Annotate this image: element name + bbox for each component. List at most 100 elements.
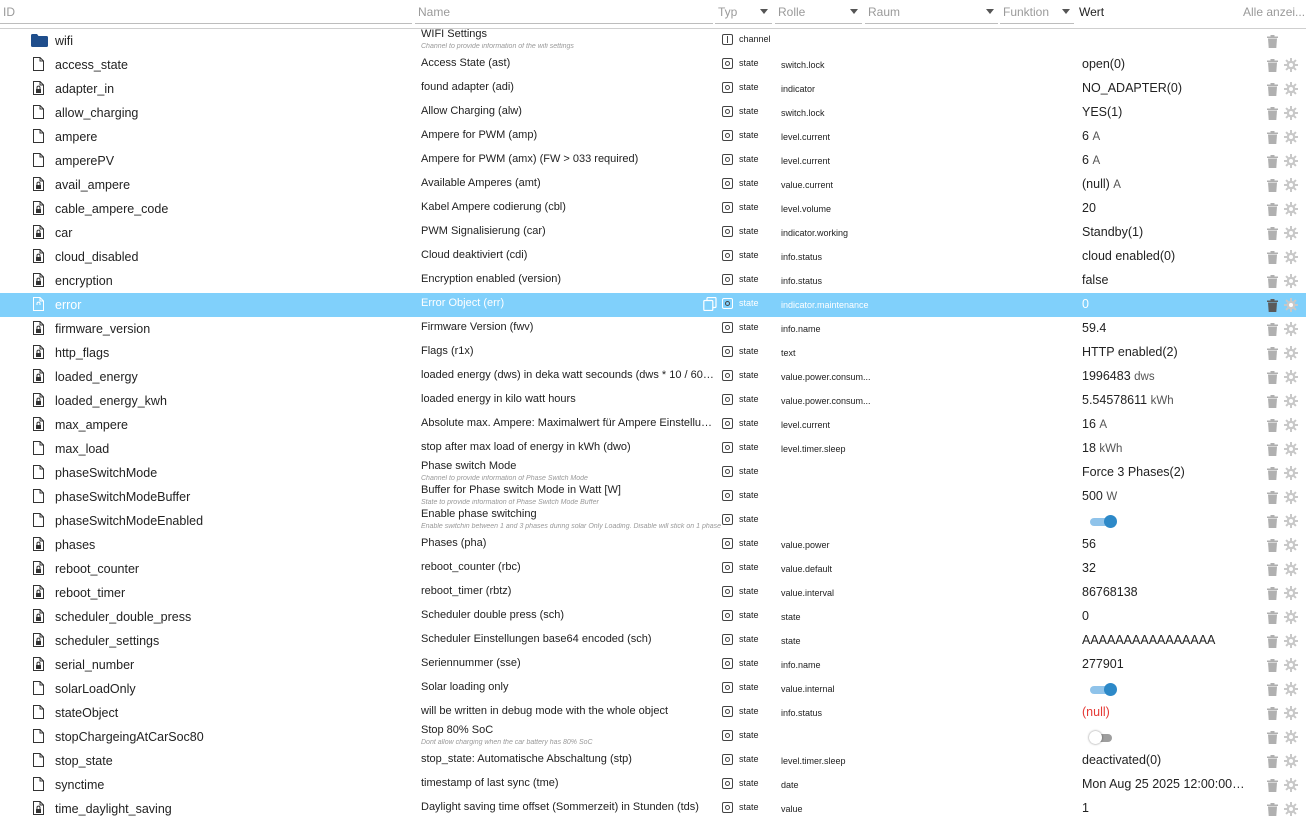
table-row[interactable]: phases Phases (pha) state value.power 56 bbox=[0, 533, 1306, 557]
object-id[interactable]: allow_charging bbox=[55, 106, 138, 120]
gear-icon[interactable] bbox=[1284, 106, 1298, 120]
gear-icon[interactable] bbox=[1284, 610, 1298, 624]
trash-icon[interactable] bbox=[1267, 539, 1278, 552]
object-value[interactable]: 6 A bbox=[1082, 153, 1247, 167]
object-id[interactable]: wifi bbox=[55, 34, 73, 48]
object-value[interactable]: 500 W bbox=[1082, 489, 1247, 503]
object-id[interactable]: amperePV bbox=[55, 154, 114, 168]
trash-icon[interactable] bbox=[1267, 731, 1278, 744]
gear-icon[interactable] bbox=[1284, 226, 1298, 240]
gear-icon[interactable] bbox=[1284, 514, 1298, 528]
gear-icon[interactable] bbox=[1284, 178, 1298, 192]
object-id[interactable]: time_daylight_saving bbox=[55, 802, 172, 816]
gear-icon[interactable] bbox=[1284, 442, 1298, 456]
table-row[interactable]: encryption Encryption enabled (version) st… bbox=[0, 269, 1306, 293]
trash-icon[interactable] bbox=[1267, 467, 1278, 480]
object-id[interactable]: cloud_disabled bbox=[55, 250, 138, 264]
trash-icon[interactable] bbox=[1267, 179, 1278, 192]
object-id[interactable]: stop_state bbox=[55, 754, 113, 768]
trash-icon[interactable] bbox=[1267, 347, 1278, 360]
table-row[interactable]: phaseSwitchModeBuffer Buffer for Phase sw… bbox=[0, 484, 1306, 509]
gear-icon[interactable] bbox=[1284, 58, 1298, 72]
trash-icon[interactable] bbox=[1267, 635, 1278, 648]
trash-icon[interactable] bbox=[1267, 419, 1278, 432]
trash-icon[interactable] bbox=[1267, 155, 1278, 168]
trash-icon[interactable] bbox=[1267, 611, 1278, 624]
table-row[interactable]: ampere Ampere for PWM (amp) state level.cur… bbox=[0, 125, 1306, 149]
object-id[interactable]: car bbox=[55, 226, 72, 240]
gear-icon[interactable] bbox=[1284, 586, 1298, 600]
gear-icon[interactable] bbox=[1284, 490, 1298, 504]
object-value[interactable]: deactivated(0) bbox=[1082, 753, 1247, 767]
trash-icon[interactable] bbox=[1267, 35, 1278, 48]
table-row[interactable]: http_flags Flags (r1x) state text HTTP enabl… bbox=[0, 341, 1306, 365]
object-value[interactable]: 277901 bbox=[1082, 657, 1247, 671]
object-value[interactable]: 1 bbox=[1082, 801, 1247, 815]
table-row[interactable]: stateObject will be written in debug mode… bbox=[0, 701, 1306, 725]
object-value[interactable]: NO_ADAPTER(0) bbox=[1082, 81, 1247, 95]
trash-icon[interactable] bbox=[1267, 659, 1278, 672]
object-value[interactable]: 20 bbox=[1082, 201, 1247, 215]
object-id[interactable]: phaseSwitchModeBuffer bbox=[55, 490, 190, 504]
object-value[interactable]: 5.54578611 kWh bbox=[1082, 393, 1247, 407]
table-row[interactable]: time_daylight_saving Daylight saving time… bbox=[0, 797, 1306, 821]
object-id[interactable]: stateObject bbox=[55, 706, 118, 720]
object-value[interactable]: 16 A bbox=[1082, 417, 1247, 431]
table-row[interactable]: loaded_energy_kwh loaded energy in kilo w… bbox=[0, 389, 1306, 413]
table-row[interactable]: synctime timestamp of last sync (tme) stat… bbox=[0, 773, 1306, 797]
trash-icon[interactable] bbox=[1267, 299, 1278, 312]
trash-icon[interactable] bbox=[1267, 275, 1278, 288]
object-id[interactable]: loaded_energy bbox=[55, 370, 138, 384]
gear-icon[interactable] bbox=[1284, 394, 1298, 408]
object-value[interactable]: cloud enabled(0) bbox=[1082, 249, 1247, 263]
table-row[interactable]: adapter_in found adapter (adi) state indica… bbox=[0, 77, 1306, 101]
trash-icon[interactable] bbox=[1267, 443, 1278, 456]
copy-icon[interactable] bbox=[703, 296, 717, 312]
object-value[interactable]: 32 bbox=[1082, 561, 1247, 575]
object-value[interactable]: HTTP enabled(2) bbox=[1082, 345, 1247, 359]
gear-icon[interactable] bbox=[1284, 130, 1298, 144]
object-id[interactable]: access_state bbox=[55, 58, 128, 72]
gear-icon[interactable] bbox=[1284, 346, 1298, 360]
id-filter[interactable]: ID bbox=[0, 0, 412, 24]
trash-icon[interactable] bbox=[1267, 755, 1278, 768]
trash-icon[interactable] bbox=[1267, 779, 1278, 792]
trash-icon[interactable] bbox=[1267, 227, 1278, 240]
gear-icon[interactable] bbox=[1284, 730, 1298, 744]
object-value[interactable]: AAAAAAAAAAAAAAAA bbox=[1082, 633, 1247, 647]
trash-icon[interactable] bbox=[1267, 491, 1278, 504]
object-id[interactable]: error bbox=[55, 298, 81, 312]
table-row[interactable]: avail_ampere Available Amperes (amt) state… bbox=[0, 173, 1306, 197]
object-value[interactable]: YES(1) bbox=[1082, 105, 1247, 119]
gear-icon[interactable] bbox=[1284, 706, 1298, 720]
trash-icon[interactable] bbox=[1267, 707, 1278, 720]
object-id[interactable]: synctime bbox=[55, 778, 104, 792]
object-id[interactable]: loaded_energy_kwh bbox=[55, 394, 167, 408]
trash-icon[interactable] bbox=[1267, 107, 1278, 120]
object-id[interactable]: cable_ampere_code bbox=[55, 202, 168, 216]
trash-icon[interactable] bbox=[1267, 803, 1278, 816]
function-filter[interactable]: Funktion bbox=[1000, 0, 1074, 24]
gear-icon[interactable] bbox=[1284, 154, 1298, 168]
table-row[interactable]: amperePV Ampere for PWM (amx) (FW > 033 r… bbox=[0, 149, 1306, 173]
object-id[interactable]: reboot_timer bbox=[55, 586, 125, 600]
object-value[interactable]: Force 3 Phases(2) bbox=[1082, 465, 1247, 479]
object-id[interactable]: encryption bbox=[55, 274, 113, 288]
object-value[interactable]: 0 bbox=[1082, 297, 1247, 311]
object-id[interactable]: scheduler_double_press bbox=[55, 610, 191, 624]
table-row[interactable]: scheduler_settings Scheduler Einstellunge… bbox=[0, 629, 1306, 653]
table-row[interactable]: access_state Access State (ast) state switc… bbox=[0, 53, 1306, 77]
object-id[interactable]: max_load bbox=[55, 442, 109, 456]
gear-icon[interactable] bbox=[1284, 322, 1298, 336]
object-id[interactable]: serial_number bbox=[55, 658, 134, 672]
trash-icon[interactable] bbox=[1267, 395, 1278, 408]
object-id[interactable]: ampere bbox=[55, 130, 97, 144]
gear-icon[interactable] bbox=[1284, 538, 1298, 552]
object-id[interactable]: reboot_counter bbox=[55, 562, 139, 576]
table-row[interactable]: stop_state stop_state: Automatische Absch… bbox=[0, 749, 1306, 773]
table-row[interactable]: cloud_disabled Cloud deaktiviert (cdi) sta… bbox=[0, 245, 1306, 269]
gear-icon[interactable] bbox=[1284, 562, 1298, 576]
gear-icon[interactable] bbox=[1284, 658, 1298, 672]
table-row[interactable]: wifi WIFI Settings Channel to provide info… bbox=[0, 28, 1306, 53]
value-toggle[interactable] bbox=[1090, 514, 1118, 528]
